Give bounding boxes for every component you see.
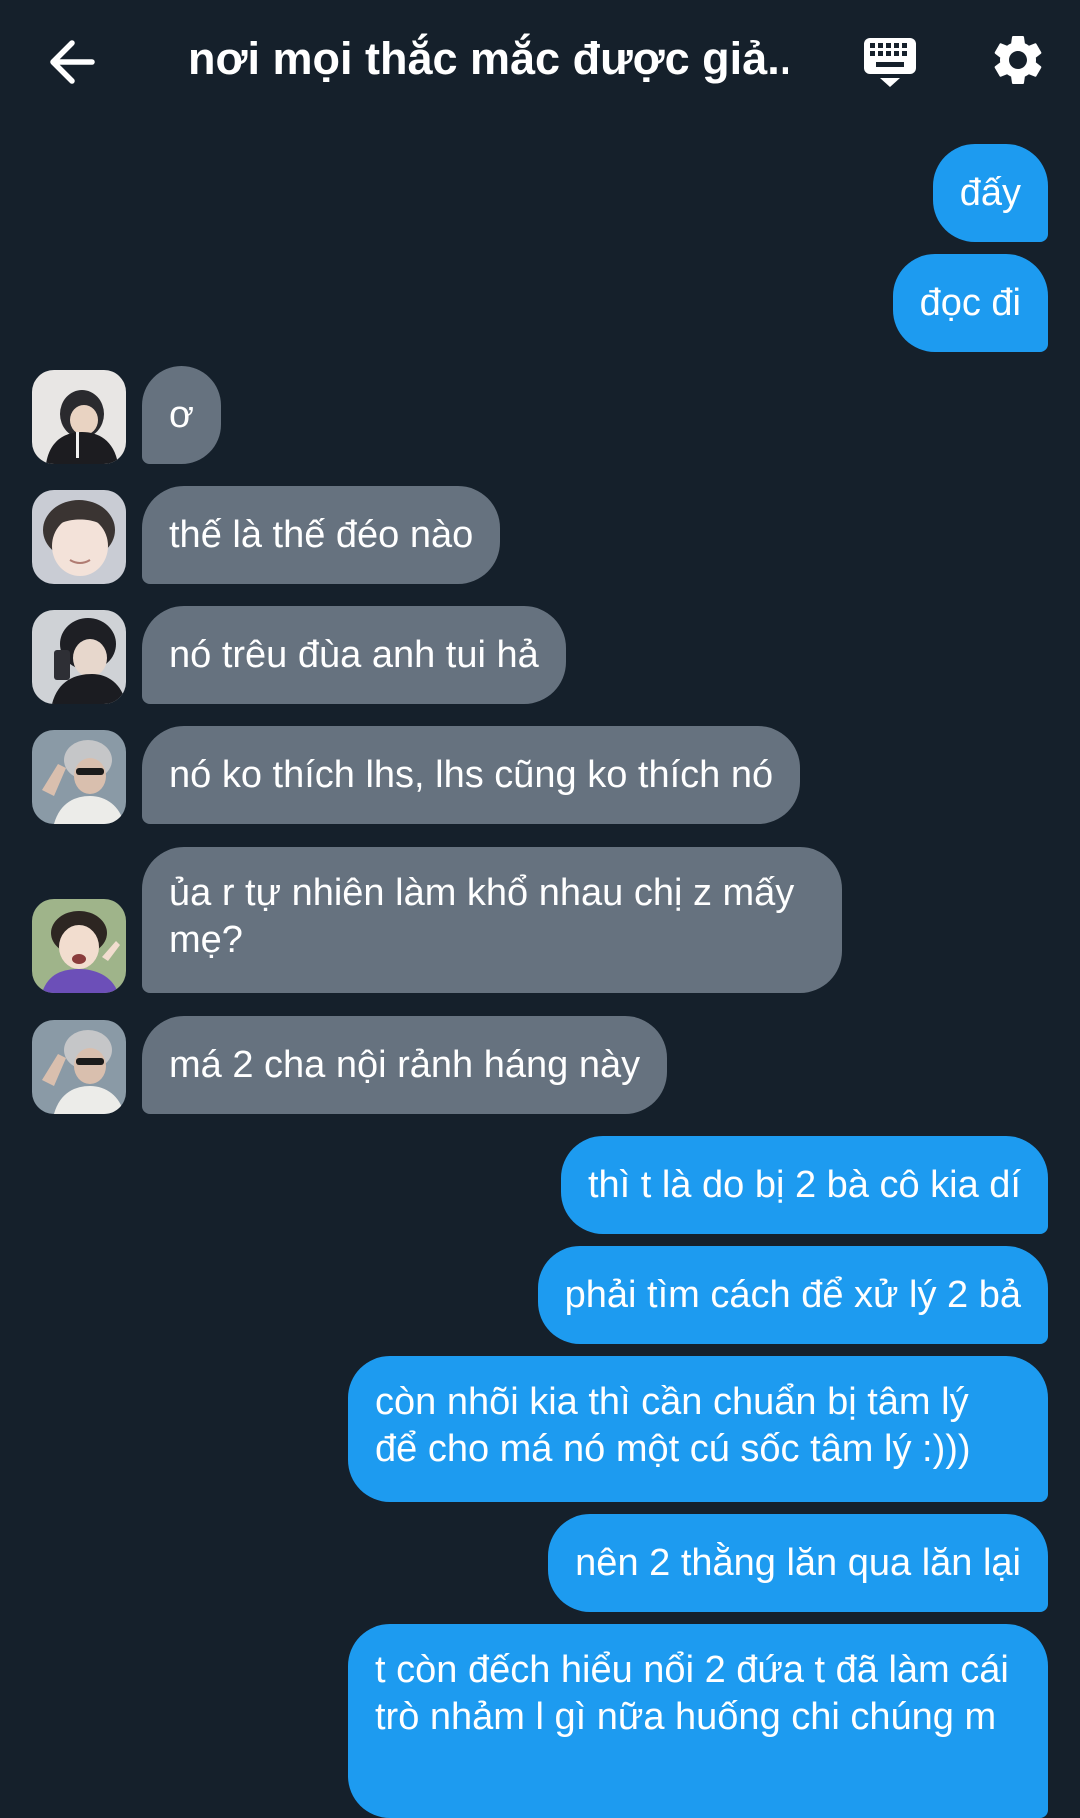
keyboard-button[interactable] [862,34,918,90]
chat-header: nơi mọi thắc mắc được giả... [0,0,1080,120]
back-button[interactable] [44,32,104,92]
avatar[interactable] [32,730,126,824]
message-row: thì t là do bị 2 bà cô kia dí [0,1136,1080,1234]
arrow-left-icon [50,40,95,84]
message-row: đọc đi [0,254,1080,352]
keyboard-icon [864,38,916,87]
avatar[interactable] [32,899,126,993]
message-row: nên 2 thằng lăn qua lăn lại [0,1514,1080,1612]
message-row: thế là thế đéo nào [0,486,1080,584]
message-row: nó ko thích lhs, lhs cũng ko thích nó [0,726,1080,824]
message-bubble-incoming[interactable]: ủa r tự nhiên làm khổ nhau chị z mấy mẹ? [142,847,842,993]
message-row: phải tìm cách để xử lý 2 bả [0,1246,1080,1344]
message-bubble-incoming[interactable]: nó trêu đùa anh tui hả [142,606,566,704]
message-row: nó trêu đùa anh tui hả [0,606,1080,704]
message-row: đấy [0,144,1080,242]
message-bubble-outgoing[interactable]: phải tìm cách để xử lý 2 bả [537,1246,1048,1344]
message-bubble-incoming[interactable]: má 2 cha nội rảnh háng này [142,1016,668,1114]
settings-button[interactable] [988,30,1048,90]
message-bubble-incoming[interactable]: thế là thế đéo nào [142,486,501,584]
conversation-title: nơi mọi thắc mắc được giả... [188,33,788,84]
avatar[interactable] [32,370,126,464]
message-row: còn nhõi kia thì cần chuẩn bị tâm lý để … [0,1356,1080,1502]
gear-icon [994,35,1042,84]
message-row: ơ [0,366,1080,464]
avatar[interactable] [32,610,126,704]
message-row: ủa r tự nhiên làm khổ nhau chị z mấy mẹ? [0,847,1080,993]
message-bubble-incoming[interactable]: nó ko thích lhs, lhs cũng ko thích nó [142,726,801,824]
message-bubble-outgoing[interactable]: đấy [932,144,1048,242]
message-bubble-outgoing[interactable]: t còn đếch hiểu nổi 2 đứa t đã làm cái t… [348,1624,1048,1818]
message-row: má 2 cha nội rảnh háng này [0,1016,1080,1114]
avatar[interactable] [32,1020,126,1114]
message-bubble-outgoing[interactable]: thì t là do bị 2 bà cô kia dí [560,1136,1048,1234]
message-bubble-outgoing[interactable]: còn nhõi kia thì cần chuẩn bị tâm lý để … [348,1356,1048,1502]
message-row: t còn đếch hiểu nổi 2 đứa t đã làm cái t… [0,1624,1080,1818]
message-bubble-outgoing[interactable]: nên 2 thằng lăn qua lăn lại [548,1514,1048,1612]
message-bubble-outgoing[interactable]: đọc đi [892,254,1048,352]
avatar[interactable] [32,490,126,584]
message-bubble-incoming[interactable]: ơ [142,366,221,464]
